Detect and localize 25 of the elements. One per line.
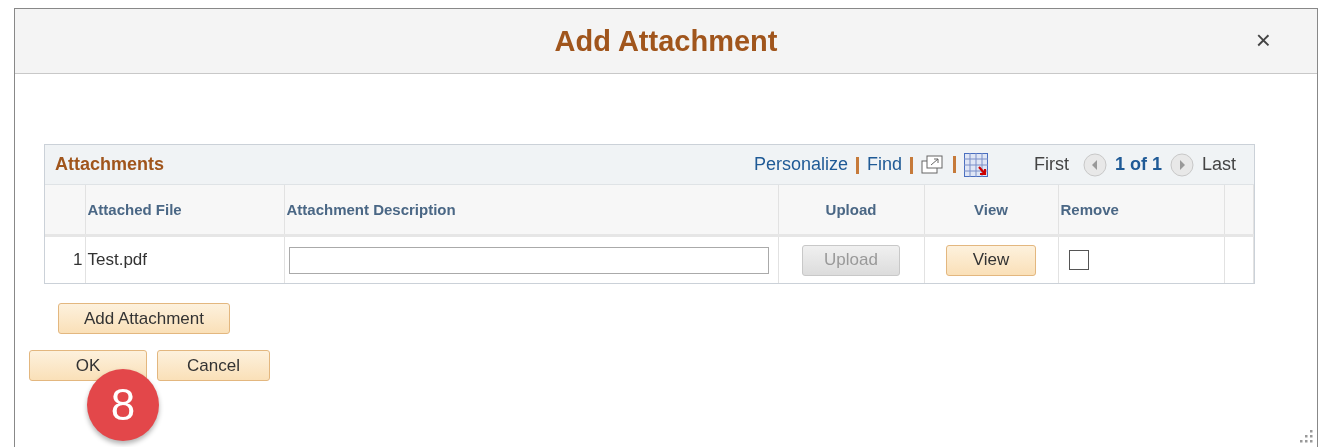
description-field[interactable] bbox=[288, 246, 769, 274]
toolbar-link[interactable]: Find bbox=[866, 154, 902, 174]
column-header: Attachment Description bbox=[284, 185, 778, 236]
column-header: View bbox=[924, 185, 1058, 236]
row-number: 1 bbox=[73, 250, 83, 269]
dialog-title: Add Attachment bbox=[554, 24, 778, 58]
page-indicator: 1 of 1 bbox=[1114, 154, 1162, 175]
first-label: First bbox=[1033, 154, 1069, 175]
spreadsheet-icon[interactable] bbox=[963, 152, 988, 177]
previous-icon[interactable] bbox=[1082, 152, 1107, 177]
column-header: Attached File bbox=[85, 185, 284, 236]
column-header: Remove bbox=[1058, 185, 1224, 236]
dialog-button[interactable]: Cancel bbox=[157, 350, 270, 381]
view-button[interactable]: View bbox=[946, 244, 1036, 276]
resize-grip-icon[interactable] bbox=[1299, 429, 1313, 443]
toolbar-link[interactable]: Personalize bbox=[753, 154, 848, 174]
add-attachment-button[interactable]: Add Attachment bbox=[58, 303, 230, 334]
remove-checkbox[interactable] bbox=[1068, 250, 1089, 271]
file-name: Test.pdf bbox=[87, 250, 148, 269]
close-button[interactable]: × bbox=[1251, 25, 1275, 56]
grid-title: Attachments bbox=[55, 154, 166, 175]
column-header: Upload bbox=[778, 185, 924, 236]
last-label: Last bbox=[1201, 154, 1236, 175]
next-icon[interactable] bbox=[1169, 152, 1194, 177]
new-window-icon[interactable] bbox=[920, 153, 945, 176]
